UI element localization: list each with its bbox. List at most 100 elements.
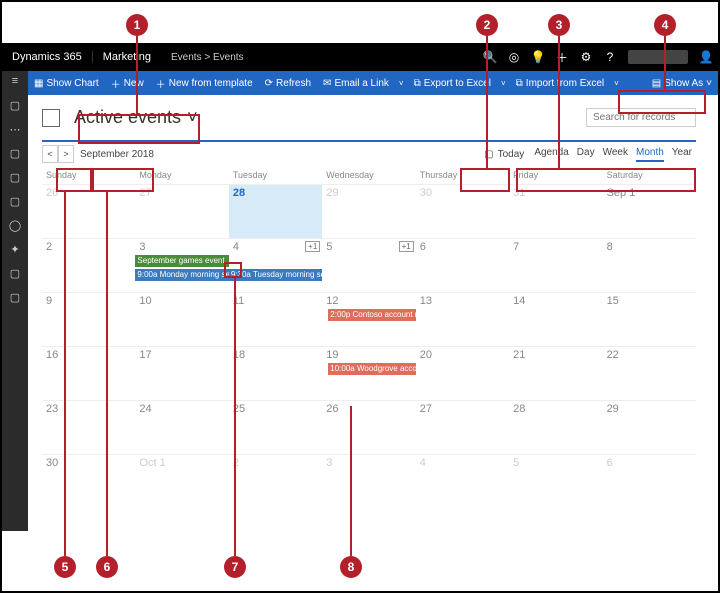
callout-line [558,36,560,168]
tab-year[interactable]: Year [672,147,692,162]
calendar-cell[interactable]: 2 [229,454,322,508]
calendar-cell[interactable]: 23 [42,400,135,454]
email-link-chevron-icon[interactable]: ˅ [395,79,408,88]
calendar-cell[interactable]: Oct 1 [135,454,228,508]
calendar-cell[interactable]: 16 [42,346,135,400]
calendar-cell[interactable]: 18 [229,346,322,400]
more-events-button[interactable]: +1 [399,241,414,252]
calendar-cell[interactable]: 29 [322,184,415,238]
tab-day[interactable]: Day [577,147,595,162]
calendar-cell[interactable]: 8 [603,238,696,292]
event-bar[interactable]: 10:00a Woodgrove account ... [328,363,415,375]
calendar-cell[interactable]: 3 [322,454,415,508]
calendar-cell[interactable]: 7 [509,238,602,292]
calendar-cell[interactable]: 28 [509,400,602,454]
rail-item-3[interactable]: ▢ [8,171,22,185]
calendar-cell[interactable]: 6 [416,238,509,292]
calendar-cell[interactable]: 27 [135,184,228,238]
rail-item-6[interactable]: ✦ [8,243,22,257]
callout-line [106,192,108,556]
callout-5: 5 [54,556,76,578]
email-link-button[interactable]: ✉ Email a Link [317,78,395,89]
calendar-cell-today[interactable]: 28 [229,184,322,238]
calendar-cell[interactable]: 31 [509,184,602,238]
event-bar[interactable]: 9:00a Monday morning ses... [135,269,228,281]
calendar-cell[interactable]: 30 [42,454,135,508]
day-header: Friday [509,166,602,184]
app-name: Marketing [92,51,161,63]
filter-icon[interactable]: ⚙ [574,50,598,64]
search-input[interactable] [586,108,696,127]
import-excel-chevron-icon[interactable]: ˅ [610,79,623,88]
tab-week[interactable]: Week [603,147,628,162]
calendar-cell[interactable]: 5 [509,454,602,508]
rail-item-8[interactable]: ▢ [8,291,22,305]
tab-agenda[interactable]: Agenda [534,147,568,162]
calendar-view-tabs: Agenda Day Week Month Year [530,147,696,162]
calendar-cell[interactable]: 4 +1 9:30a Tuesday morning sess... [229,238,322,292]
event-bar[interactable]: 2:00p Contoso account revi... [328,309,415,321]
calendar-cell[interactable]: 12 2:00p Contoso account revi... [322,292,415,346]
event-bar[interactable]: 9:30a Tuesday morning sess... [229,269,322,281]
new-from-template-button[interactable]: ＋ New from template [150,76,259,91]
day-header: Thursday [416,166,509,184]
callout-2: 2 [476,14,498,36]
month-label[interactable]: September 2018 [74,149,160,160]
calendar-cell[interactable]: 11 [229,292,322,346]
calendar-cell[interactable]: 10 [135,292,228,346]
day-header: Monday [135,166,228,184]
main-content: Active events˅ < > September 2018 ▢ Toda… [28,95,710,531]
more-events-button[interactable]: +1 [305,241,320,252]
rail-item-4[interactable]: ▢ [8,195,22,209]
rail-menu-icon[interactable]: ≡ [8,75,22,89]
calendar-grid: Sunday Monday Tuesday Wednesday Thursday… [42,166,696,508]
avatar-icon[interactable]: 👤 [694,50,718,64]
calendar-cell[interactable]: 29 [603,400,696,454]
calendar-cell[interactable]: 5 +1 [322,238,415,292]
calendar-cell[interactable]: 20 [416,346,509,400]
calendar-cell[interactable]: 21 [509,346,602,400]
calendar-cell[interactable]: 22 [603,346,696,400]
calendar-cell[interactable]: 24 [135,400,228,454]
calendar-cell[interactable]: 19 10:00a Woodgrove account ... [322,346,415,400]
calendar-cell[interactable]: 6 [603,454,696,508]
calendar-cell[interactable]: 9 [42,292,135,346]
calendar-cell[interactable]: 14 [509,292,602,346]
calendar-cell[interactable]: 26 [322,400,415,454]
calendar-cell[interactable]: 26 [42,184,135,238]
callout-line [64,192,66,556]
calendar-cell[interactable]: 3 September games event 9:00a Monday mor… [135,238,228,292]
calendar-cell[interactable]: 13 [416,292,509,346]
rail-item-2[interactable]: ▢ [8,147,22,161]
event-bar[interactable]: September games event [135,255,228,267]
export-excel-button[interactable]: ⧉ Export to Excel [408,78,497,89]
help-icon[interactable]: ? [598,50,622,64]
search-icon[interactable]: 🔍 [478,50,502,64]
next-month-button[interactable]: > [58,145,74,163]
new-button[interactable]: ＋ New [105,76,150,91]
calendar-cell[interactable]: 30 [416,184,509,238]
prev-month-button[interactable]: < [42,145,58,163]
rail-item-more[interactable]: ⋯ [8,123,22,137]
tab-month[interactable]: Month [636,147,664,162]
calendar-cell[interactable]: 17 [135,346,228,400]
export-excel-chevron-icon[interactable]: ˅ [497,79,510,88]
calendar-cell[interactable]: 2 [42,238,135,292]
assistant-icon[interactable]: 💡 [526,50,550,64]
calendar-cell[interactable]: 15 [603,292,696,346]
callout-1: 1 [126,14,148,36]
rail-item-1[interactable]: ▢ [8,99,22,113]
show-as-button[interactable]: ▤ Show As ˅ [646,78,718,89]
calendar-cell[interactable]: 27 [416,400,509,454]
task-icon[interactable]: ◎ [502,50,526,64]
show-chart-button[interactable]: ▦ Show Chart [28,78,105,89]
rail-item-7[interactable]: ▢ [8,267,22,281]
user-menu[interactable] [628,50,688,64]
breadcrumb[interactable]: Events > Events [161,52,254,63]
calendar-cell[interactable]: 4 [416,454,509,508]
calendar-cell[interactable]: 25 [229,400,322,454]
add-icon[interactable]: ＋ [550,49,574,66]
rail-item-5[interactable]: ◯ [8,219,22,233]
refresh-button[interactable]: ⟳ Refresh [259,78,317,89]
calendar-cell[interactable]: Sep 1 [603,184,696,238]
